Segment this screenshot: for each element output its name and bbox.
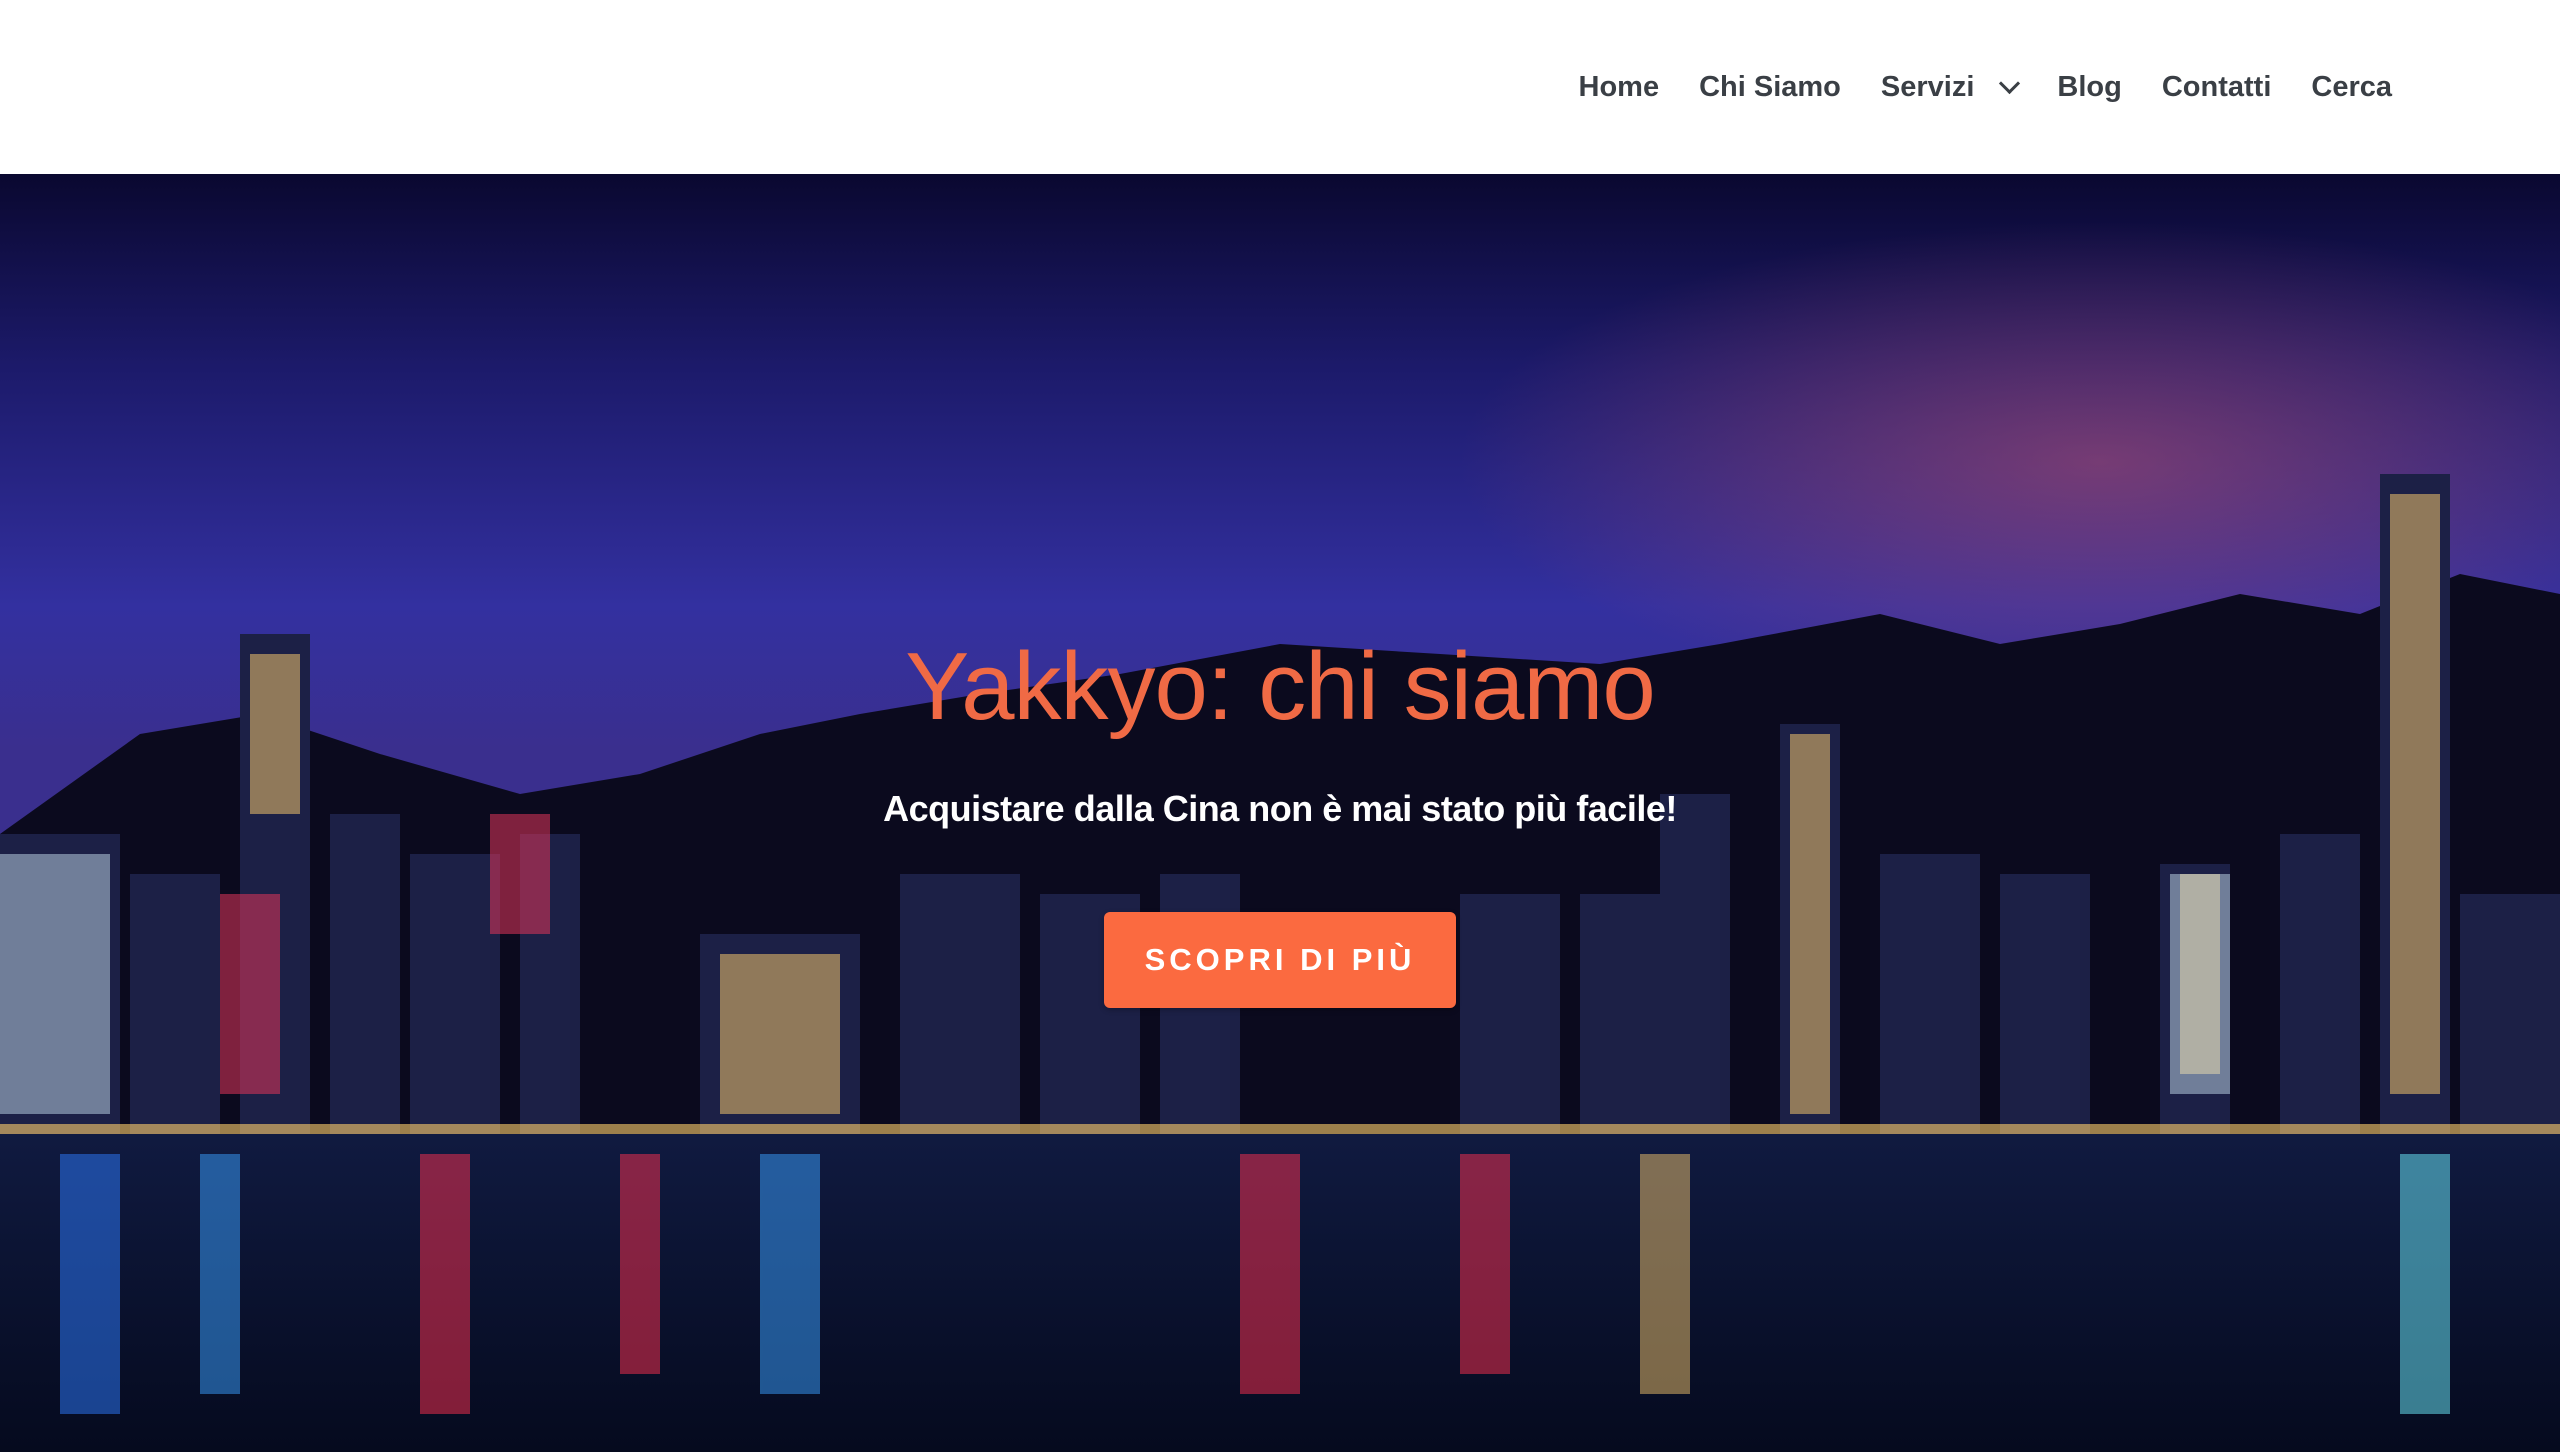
- chevron-down-icon[interactable]: [1999, 72, 2021, 94]
- hero-title: Yakkyo: chi siamo: [905, 633, 1656, 740]
- nav-item-blog[interactable]: Blog: [2057, 71, 2121, 104]
- nav-item-cerca[interactable]: Cerca: [2311, 71, 2392, 104]
- nav-item-servizi[interactable]: Servizi: [1880, 70, 2021, 104]
- hero-content: Yakkyo: chi siamo Acquistare dalla Cina …: [0, 174, 2560, 1452]
- scopri-di-piu-button[interactable]: SCOPRI DI PIÙ: [1104, 912, 1456, 1008]
- site-header: Home Chi Siamo Servizi Blog Contatti Cer…: [0, 0, 2560, 174]
- cta-label: SCOPRI DI PIÙ: [1144, 942, 1416, 977]
- hero-subtitle: Acquistare dalla Cina non è mai stato pi…: [883, 788, 1677, 829]
- nav-item-label: Cerca: [2311, 70, 2392, 103]
- main-nav: Home Chi Siamo Servizi Blog Contatti Cer…: [1539, 0, 2392, 174]
- nav-item-label: Blog: [2057, 70, 2122, 103]
- nav-item-label: Servizi: [1880, 70, 1975, 103]
- nav-item-contatti[interactable]: Contatti: [2162, 71, 2272, 104]
- hero-section: Yakkyo: chi siamo Acquistare dalla Cina …: [0, 174, 2560, 1452]
- nav-item-label: Chi Siamo: [1699, 70, 1841, 103]
- nav-item-label: Home: [1578, 70, 1660, 103]
- nav-item-home[interactable]: Home: [1579, 71, 1660, 104]
- nav-item-label: Contatti: [2161, 70, 2272, 103]
- nav-item-chi-siamo[interactable]: Chi Siamo: [1699, 71, 1841, 104]
